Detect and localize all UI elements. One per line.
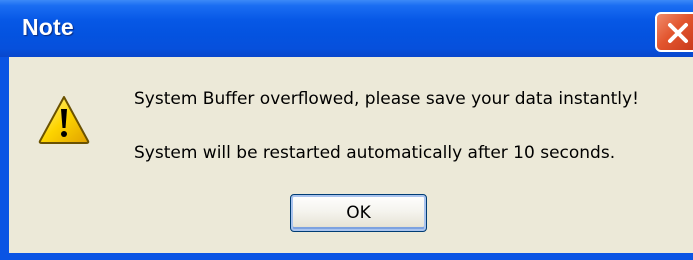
dialog-window: Note System Buffer overflowed, please sa… [0, 0, 693, 260]
dialog-body: System Buffer overflowed, please save yo… [9, 57, 693, 253]
dialog-title: Note [22, 14, 74, 40]
window-border-bottom [0, 253, 693, 260]
close-icon [668, 23, 688, 43]
title-bar[interactable]: Note [0, 0, 693, 57]
close-button[interactable] [655, 12, 693, 52]
warning-icon [38, 96, 90, 144]
ok-button[interactable]: OK [290, 194, 427, 232]
message-line-1: System Buffer overflowed, please save yo… [134, 89, 639, 109]
message-line-2: System will be restarted automatically a… [134, 143, 616, 163]
